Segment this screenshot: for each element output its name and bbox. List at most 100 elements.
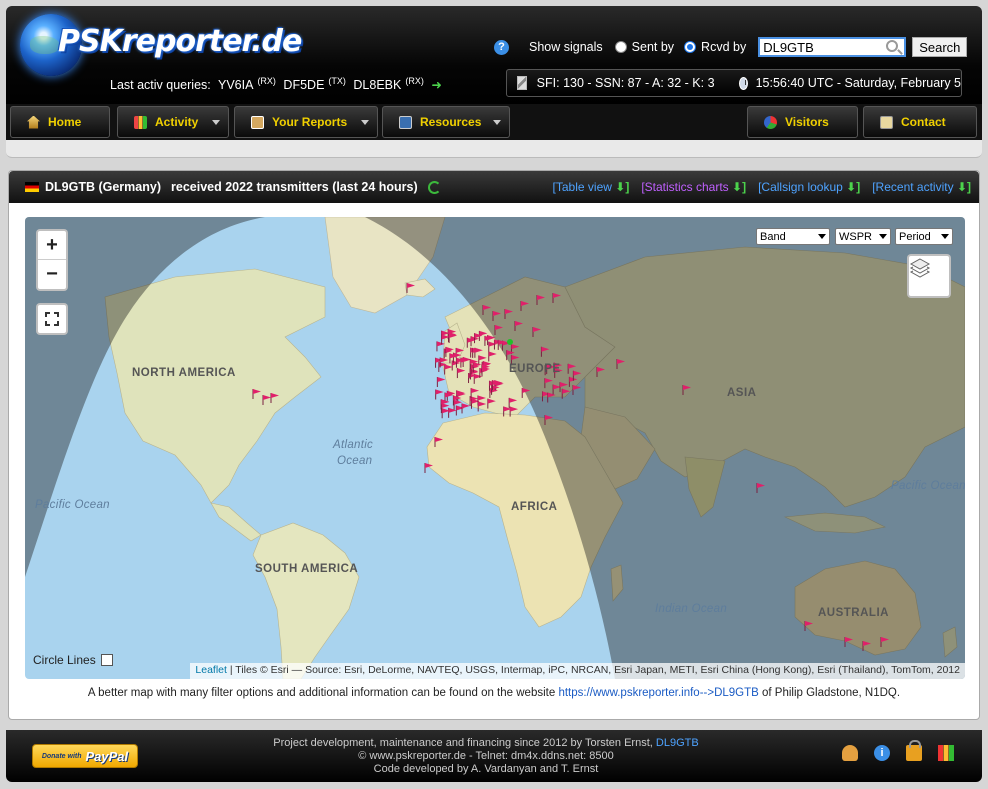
lock-icon[interactable] (906, 740, 922, 761)
resources-icon (399, 115, 412, 129)
last-query-link[interactable]: YV6IA (RX) (218, 76, 276, 92)
receiver-flag-marker[interactable] (435, 389, 444, 400)
receiver-flag-marker[interactable] (488, 351, 497, 362)
contact-icon (880, 115, 893, 129)
receiver-flag-marker[interactable] (532, 327, 541, 337)
receiver-flag-marker[interactable] (436, 377, 446, 388)
bar-chart-icon[interactable] (938, 745, 954, 761)
help-icon[interactable]: ? (494, 39, 509, 55)
receiver-flag-marker[interactable] (596, 367, 605, 377)
leaflet-link[interactable]: Leaflet (195, 664, 227, 676)
fullscreen-icon (44, 311, 60, 327)
receiver-flag-marker[interactable] (487, 398, 496, 409)
receiver-flag-marker[interactable] (444, 364, 453, 375)
users-icon[interactable] (842, 745, 858, 761)
receiver-flag-marker[interactable] (756, 483, 765, 493)
last-queries: Last activ queries: YV6IA (RX) DF5DE (TX) … (110, 76, 446, 92)
receiver-flag-marker[interactable] (561, 388, 571, 399)
last-query-link[interactable]: DL8EBK (RX) (353, 76, 423, 92)
receiver-flag-marker[interactable] (252, 389, 261, 399)
search-icon[interactable] (886, 40, 899, 52)
receiver-flag-marker[interactable] (521, 387, 531, 398)
receiver-flag-marker[interactable] (434, 437, 443, 447)
zoom-control: + − (36, 229, 68, 291)
show-signals-label: Show signals (529, 40, 603, 54)
paypal-donate-button[interactable]: Donate with PayPal (32, 744, 138, 768)
receiver-flag-marker[interactable] (477, 401, 487, 412)
nav-resources[interactable]: Resources (382, 106, 510, 138)
callsign-search-input[interactable] (758, 37, 907, 57)
home-icon (27, 115, 40, 129)
receiver-flag-marker[interactable] (494, 325, 503, 335)
receiver-flag-marker[interactable] (262, 395, 271, 405)
label-atlantic: Atlantic (333, 439, 374, 451)
nav-your-reports[interactable]: Your Reports (234, 106, 378, 138)
zoom-in-button[interactable]: + (38, 231, 66, 260)
received-summary: received 2022 transmitters (last 24 hour… (171, 180, 418, 194)
mode-select[interactable]: WSPR (835, 228, 891, 245)
receiver-flag-marker[interactable] (862, 641, 871, 651)
receiver-flag-marker[interactable] (804, 621, 813, 631)
receiver-flag-marker[interactable] (509, 406, 519, 417)
nav-activity[interactable]: Activity (117, 106, 229, 138)
receiver-flag-marker[interactable] (406, 283, 415, 293)
site-logo[interactable]: PSKreporter.de (58, 24, 302, 59)
recent-activity-link[interactable]: [Recent activity ⬇] (872, 180, 971, 194)
receiver-flag-marker[interactable] (544, 415, 553, 425)
sent-by-radio[interactable] (614, 41, 627, 53)
receiver-flag-marker[interactable] (844, 637, 853, 647)
pskreporter-info-link[interactable]: https://www.pskreporter.info-->DL9GTB (558, 687, 758, 699)
footer: Donate with PayPal Project development, … (6, 730, 982, 782)
statistics-charts-link[interactable]: [Statistics charts ⬇] (641, 180, 746, 194)
info-icon[interactable]: i (874, 745, 890, 761)
rcvd-by-radio[interactable] (684, 41, 697, 53)
table-view-link[interactable]: [Table view ⬇] (553, 180, 630, 194)
search-button[interactable]: Search (912, 37, 968, 57)
nav-contact[interactable]: Contact (863, 106, 977, 138)
receiver-flag-marker[interactable] (536, 295, 545, 305)
receiver-flag-marker[interactable] (456, 368, 466, 379)
callsign-lookup-link[interactable]: [Callsign lookup ⬇] (758, 180, 860, 194)
receiver-flag-marker[interactable] (880, 637, 889, 647)
paypal-label: PayPal (85, 748, 129, 764)
arrow-right-icon[interactable]: ➜ (431, 78, 441, 92)
zoom-out-button[interactable]: − (38, 260, 66, 289)
main-nav: Home Activity Your Reports Resources Vis… (6, 104, 982, 140)
refresh-icon[interactable] (427, 180, 441, 194)
receiver-flag-marker[interactable] (504, 309, 513, 319)
layers-icon (909, 258, 931, 278)
bar-chart-icon (134, 115, 147, 129)
receiver-flag-marker[interactable] (520, 301, 529, 311)
period-select[interactable]: Period (895, 228, 953, 245)
receiver-flag-marker[interactable] (544, 378, 553, 389)
label-asia: ASIA (727, 387, 757, 399)
band-select[interactable]: Band (756, 228, 830, 245)
receiver-flag-marker[interactable] (270, 393, 279, 403)
layers-button[interactable] (907, 254, 951, 298)
receiver-flag-marker[interactable] (547, 392, 556, 403)
chevron-down-icon (212, 120, 220, 125)
receiver-flag-marker[interactable] (682, 385, 691, 395)
receiver-flag-marker[interactable] (552, 293, 561, 303)
receiver-flag-marker[interactable] (461, 403, 471, 414)
receiver-flag-marker[interactable] (448, 407, 457, 418)
receiver-flag-marker[interactable] (572, 385, 581, 395)
receiver-flag-marker[interactable] (616, 359, 625, 369)
footer-credits: Project development, maintenance and fin… (273, 737, 699, 775)
author-link[interactable]: DL9GTB (656, 737, 699, 749)
receiver-flag-marker[interactable] (482, 305, 491, 315)
receiver-flag-marker[interactable] (508, 397, 518, 408)
receiver-flag-marker[interactable] (424, 463, 433, 473)
receiver-flag-marker[interactable] (540, 346, 550, 357)
fullscreen-button[interactable] (36, 303, 68, 335)
nav-home[interactable]: Home (10, 106, 110, 138)
panel-header: DL9GTB (Germany) received 2022 transmitt… (9, 171, 979, 203)
chevron-down-icon (493, 120, 501, 125)
world-map[interactable]: NORTH AMERICA SOUTH AMERICA EUROPE ASIA … (25, 217, 965, 679)
reports-icon (251, 115, 264, 129)
nav-visitors[interactable]: Visitors (747, 106, 858, 138)
last-query-link[interactable]: DF5DE (TX) (283, 76, 345, 92)
receiver-flag-marker[interactable] (514, 321, 523, 331)
receiver-flag-marker[interactable] (492, 311, 501, 321)
circle-lines-checkbox[interactable] (100, 654, 113, 666)
